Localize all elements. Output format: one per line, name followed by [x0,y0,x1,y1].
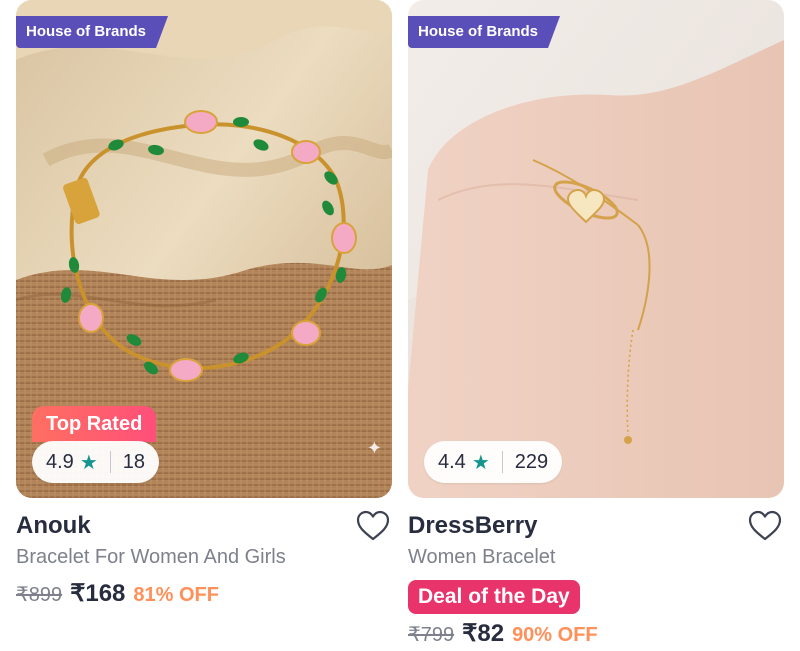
top-rated-tag: Top Rated [32,406,157,442]
rating-count: 229 [514,450,549,473]
heart-outline-icon[interactable] [356,510,390,542]
mrp-price: ₹899 [16,584,63,606]
discount-percent: 81% OFF [133,584,219,606]
selling-price: ₹82 [462,620,505,647]
star-icon: ★ [471,451,490,474]
brand-name: DressBerry [408,512,538,539]
rating-count: 18 [122,450,145,473]
rating-pill: 4.9 ★ 18 [32,441,159,483]
product-title: Women Bracelet [408,546,556,568]
rating-value: 4.4 [438,450,466,473]
product-info: DressBerry Women Bracelet Deal of the Da… [408,498,784,649]
product-info: Anouk Bracelet For Women And Girls ₹899 … [16,498,392,609]
mrp-price: ₹799 [408,624,455,646]
house-of-brands-badge: House of Brands [16,16,168,48]
heart-outline-icon[interactable] [748,510,782,542]
product-image[interactable]: House of Brands 4.4 ★ 229 [408,0,784,498]
rating-pill: 4.4 ★ 229 [424,441,563,483]
rating-value: 4.9 [46,450,74,473]
star-icon: ★ [79,451,98,474]
price-row: ₹799 ₹82 90% OFF [408,620,784,649]
discount-percent: 90% OFF [512,624,598,646]
product-card-dressberry[interactable]: House of Brands 4.4 ★ 229 DressBerry Wom… [408,0,784,649]
sparkle-icon: ✦ [366,438,382,458]
deal-of-the-day-badge: Deal of the Day [408,580,580,614]
product-title: Bracelet For Women And Girls [16,546,286,568]
house-of-brands-badge: House of Brands [408,16,560,48]
price-row: ₹899 ₹168 81% OFF [16,580,392,609]
product-card-anouk[interactable]: House of Brands Top Rated 4.9 ★ 18 ✦ Ano… [16,0,392,609]
product-image[interactable]: House of Brands Top Rated 4.9 ★ 18 ✦ [16,0,392,498]
brand-name: Anouk [16,512,91,539]
rating-divider [501,451,503,473]
selling-price: ₹168 [70,580,126,607]
product-photo-bracelet-heart [408,0,784,498]
rating-divider [109,451,111,473]
